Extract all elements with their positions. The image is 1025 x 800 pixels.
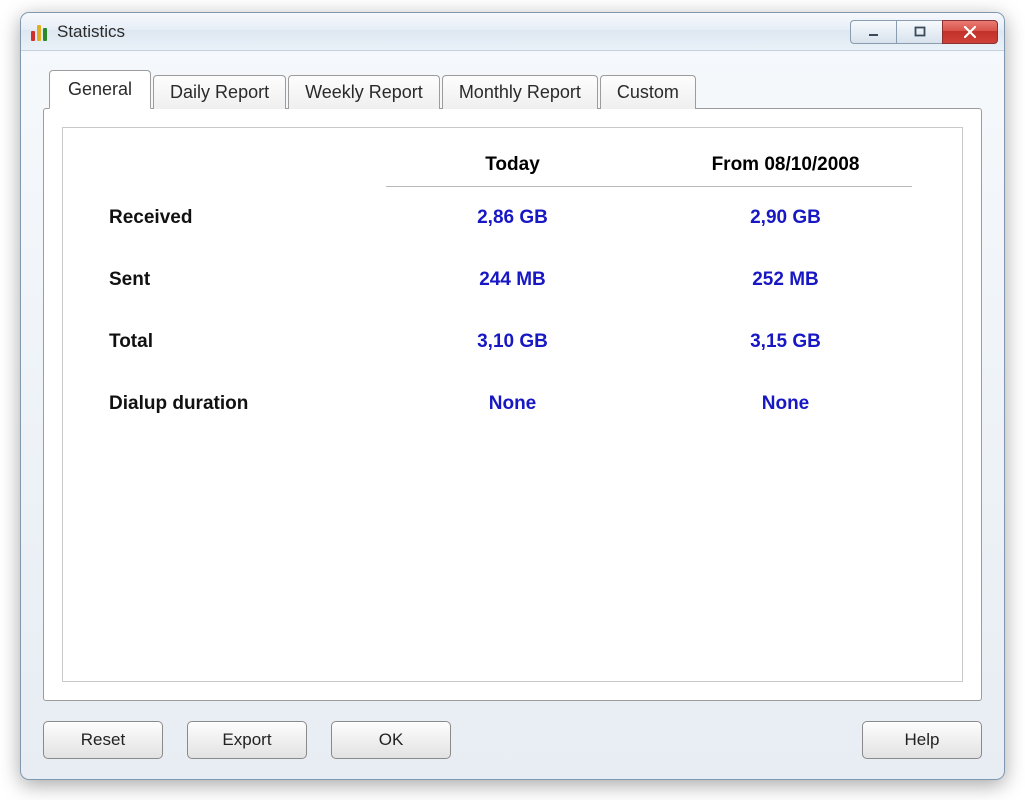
window-controls — [850, 20, 998, 44]
reset-button[interactable]: Reset — [43, 721, 163, 759]
row-label-sent: Sent — [103, 269, 376, 291]
value-dialup-from: None — [649, 393, 922, 415]
tab-monthly-report[interactable]: Monthly Report — [442, 75, 598, 109]
statistics-window: Statistics General Daily Report Weekly R… — [20, 12, 1005, 780]
close-icon — [962, 24, 978, 40]
maximize-button[interactable] — [896, 20, 942, 44]
table-row: Received 2,86 GB 2,90 GB — [103, 187, 922, 249]
table-row: Total 3,10 GB 3,15 GB — [103, 311, 922, 373]
tab-weekly-report[interactable]: Weekly Report — [288, 75, 440, 109]
minimize-button[interactable] — [850, 20, 896, 44]
ok-button[interactable]: OK — [331, 721, 451, 759]
content-area: General Daily Report Weekly Report Month… — [21, 51, 1004, 779]
stats-table: Today From 08/10/2008 Received 2,86 GB 2… — [103, 154, 922, 435]
window-title: Statistics — [57, 22, 850, 42]
table-row: Sent 244 MB 252 MB — [103, 249, 922, 311]
header-underline — [103, 186, 922, 187]
table-row: Dialup duration None None — [103, 373, 922, 435]
value-sent-from: 252 MB — [649, 269, 922, 291]
row-label-received: Received — [103, 207, 376, 229]
export-button[interactable]: Export — [187, 721, 307, 759]
tab-daily-report[interactable]: Daily Report — [153, 75, 286, 109]
tab-custom[interactable]: Custom — [600, 75, 696, 109]
value-sent-today: 244 MB — [376, 269, 649, 291]
value-total-today: 3,10 GB — [376, 331, 649, 353]
row-label-total: Total — [103, 331, 376, 353]
close-button[interactable] — [942, 20, 998, 44]
value-dialup-today: None — [376, 393, 649, 415]
app-icon — [31, 23, 49, 41]
column-header-from: From 08/10/2008 — [649, 154, 922, 176]
tabs: General Daily Report Weekly Report Month… — [49, 69, 982, 108]
titlebar: Statistics — [21, 13, 1004, 51]
value-total-from: 3,15 GB — [649, 331, 922, 353]
button-bar: Reset Export OK Help — [43, 721, 982, 759]
tab-pane-general: Today From 08/10/2008 Received 2,86 GB 2… — [43, 108, 982, 701]
tab-general[interactable]: General — [49, 70, 151, 109]
help-button[interactable]: Help — [862, 721, 982, 759]
stats-frame: Today From 08/10/2008 Received 2,86 GB 2… — [62, 127, 963, 682]
table-header-row: Today From 08/10/2008 — [103, 154, 922, 186]
minimize-icon — [867, 25, 881, 39]
value-received-today: 2,86 GB — [376, 207, 649, 229]
value-received-from: 2,90 GB — [649, 207, 922, 229]
column-header-today: Today — [376, 154, 649, 176]
row-label-dialup: Dialup duration — [103, 393, 376, 415]
maximize-icon — [913, 25, 927, 39]
